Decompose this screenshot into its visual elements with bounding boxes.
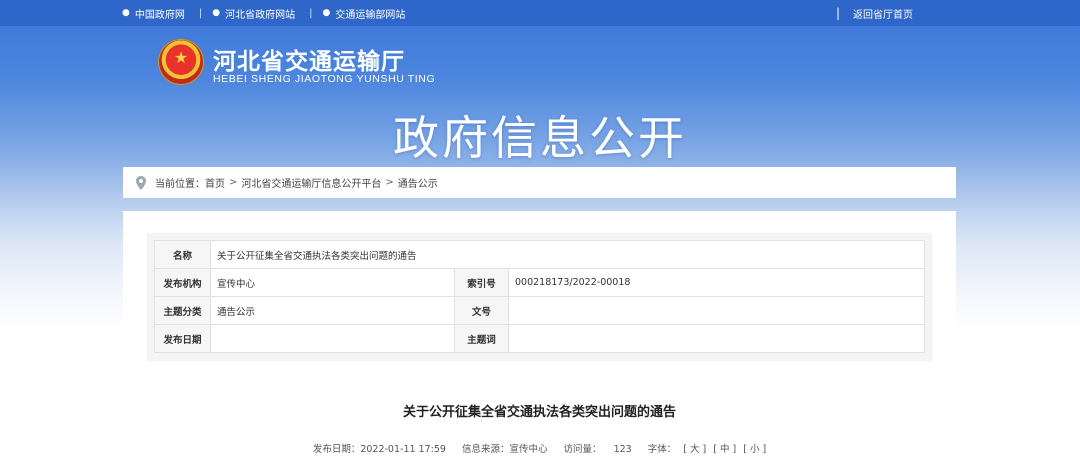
meta-date-label: 发布日期 xyxy=(154,324,211,353)
main-content: 名称 关于公开征集全省交通执法各类突出问题的通告 发布机构 宣传中心 索引号 0… xyxy=(123,211,956,473)
font-small-button[interactable]: [ 小 ] xyxy=(743,444,766,455)
meta-topic-label: 主题分类 xyxy=(154,296,211,325)
meta-keyword-value xyxy=(508,324,925,353)
link-china-gov-label: 中国政府网 xyxy=(134,9,185,21)
home-link-area: | 返回省厅首页 xyxy=(836,0,913,26)
meta-docno-value xyxy=(508,296,925,325)
home-link[interactable]: 返回省厅首页 xyxy=(853,6,913,21)
link-hebei-gov[interactable]: ● 河北省政府网站 xyxy=(212,6,295,21)
meta-name-label: 名称 xyxy=(154,240,211,269)
breadcrumb: 当前位置： 首页 > 河北省交通运输厅信息公开平台 > 通告公示 xyxy=(123,167,956,198)
article-info-bar: 发布日期：2022-01-11 17:59 信息来源：宣传中心 访问量： 123… xyxy=(123,441,956,455)
link-mot-gov-label: 交通运输部网站 xyxy=(335,9,406,21)
external-links: ● 中国政府网 | ● 河北省政府网站 | ● 交通运输部网站 xyxy=(122,0,419,26)
national-emblem-icon: ★ xyxy=(158,39,204,85)
table-row: 发布日期 主题词 xyxy=(154,324,925,353)
visit-count-value: 123 xyxy=(613,444,632,455)
site-title: 河北省交通运输厅 xyxy=(213,49,405,75)
document-meta-table: 名称 关于公开征集全省交通执法各类突出问题的通告 发布机构 宣传中心 索引号 0… xyxy=(154,240,925,353)
visit-count: 访问量： 123 xyxy=(563,441,631,455)
table-row: 名称 关于公开征集全省交通执法各类突出问题的通告 xyxy=(154,240,925,269)
breadcrumb-item-platform[interactable]: 河北省交通运输厅信息公开平台 xyxy=(241,175,381,190)
meta-name-value: 关于公开征集全省交通执法各类突出问题的通告 xyxy=(210,240,925,269)
meta-keyword-label: 主题词 xyxy=(454,324,509,353)
breadcrumb-prefix: 当前位置： xyxy=(155,179,205,190)
site-title-english: HEBEI SHENG JIAOTONG YUNSHU TING xyxy=(213,73,436,85)
meta-date-value xyxy=(210,324,455,353)
font-size-label: 字体： xyxy=(647,444,677,455)
bullet-icon: ● xyxy=(322,8,331,18)
document-meta-panel: 名称 关于公开征集全省交通执法各类突出问题的通告 发布机构 宣传中心 索引号 0… xyxy=(147,233,932,361)
breadcrumb-separator: > xyxy=(385,177,394,188)
link-china-gov[interactable]: ● 中国政府网 xyxy=(122,6,185,21)
divider: | xyxy=(198,7,203,19)
meta-index-label: 索引号 xyxy=(454,268,509,297)
meta-docno-label: 文号 xyxy=(454,296,509,325)
visit-count-label: 访问量： xyxy=(563,444,602,455)
meta-org-value: 宣传中心 xyxy=(210,268,455,297)
breadcrumb-item-home[interactable]: 首页 xyxy=(205,175,225,190)
breadcrumb-separator: > xyxy=(229,177,238,188)
divider: | xyxy=(309,7,313,19)
table-row: 发布机构 宣传中心 索引号 000218173/2022-00018 xyxy=(154,268,925,297)
top-navigation-bar: ● 中国政府网 | ● 河北省政府网站 | ● 交通运输部网站 | 返回省厅首页 xyxy=(0,0,1080,26)
font-large-button[interactable]: [ 大 ] xyxy=(683,444,706,455)
table-row: 主题分类 通告公示 文号 xyxy=(154,296,925,325)
bullet-icon: ● xyxy=(212,8,221,18)
publish-date: 发布日期：2022-01-11 17:59 xyxy=(312,444,446,455)
star-icon: ★ xyxy=(173,48,189,67)
bullet-icon: ● xyxy=(122,8,130,18)
article-title: 关于公开征集全省交通执法各类突出问题的通告 xyxy=(402,405,676,420)
meta-index-value: 000218173/2022-00018 xyxy=(508,268,925,297)
meta-org-label: 发布机构 xyxy=(154,268,211,297)
location-pin-icon xyxy=(136,175,146,190)
font-size-controls: 字体： [ 大 ] [ 中 ] [ 小 ] xyxy=(648,441,766,455)
breadcrumb-item-notices[interactable]: 通告公示 xyxy=(398,175,438,190)
info-source: 信息来源：宣传中心 xyxy=(461,444,548,455)
banner-title: 政府信息公开 xyxy=(393,111,687,165)
divider: | xyxy=(836,6,841,20)
link-mot-gov[interactable]: ● 交通运输部网站 xyxy=(322,6,405,21)
font-medium-button[interactable]: [ 中 ] xyxy=(713,444,736,455)
link-hebei-gov-label: 河北省政府网站 xyxy=(225,9,296,21)
meta-topic-value: 通告公示 xyxy=(210,296,455,325)
